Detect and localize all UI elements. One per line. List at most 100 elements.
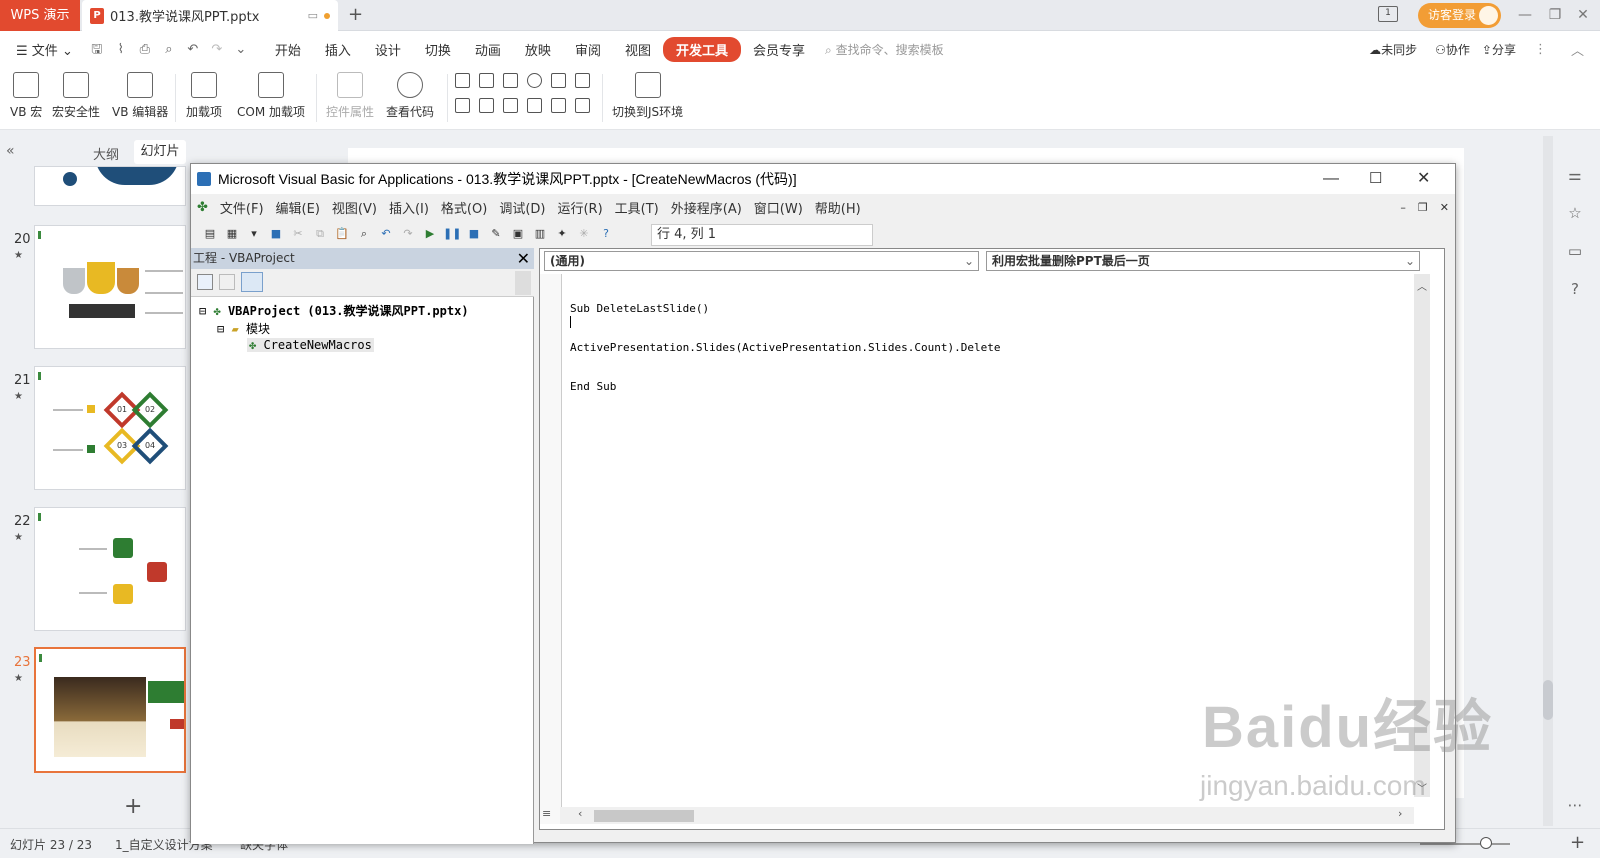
code-editor[interactable]: Sub DeleteLastSlide() ActivePresentation… bbox=[570, 276, 1000, 419]
undo-icon[interactable]: ↶ bbox=[377, 225, 395, 243]
list-control-icon[interactable] bbox=[551, 73, 566, 88]
spin-control-icon[interactable] bbox=[479, 98, 494, 113]
object-browser-icon[interactable]: ✦ bbox=[553, 225, 571, 243]
object-dropdown[interactable]: (通用) ⌄ bbox=[544, 251, 979, 271]
more-icon[interactable]: ⋯ bbox=[1566, 796, 1584, 814]
tree-modules[interactable]: ⊟ ▰ 模块 bbox=[217, 320, 270, 337]
print-preview-icon[interactable]: ⌕ bbox=[160, 41, 178, 59]
zoom-slider[interactable] bbox=[1420, 843, 1510, 845]
view-code-button[interactable]: 查看代码 bbox=[386, 72, 434, 120]
quick-access-more-icon[interactable]: ⌄ bbox=[232, 41, 250, 59]
addins-button[interactable]: 加载项 bbox=[186, 72, 222, 120]
combo-control-icon[interactable] bbox=[575, 73, 590, 88]
checkbox-control-icon[interactable] bbox=[455, 73, 470, 88]
file-menu[interactable]: ☰ 文件 ⌄ bbox=[0, 40, 85, 59]
dropdown-icon[interactable]: ▾ bbox=[245, 225, 263, 243]
collab-button[interactable]: ⚇协作 bbox=[1429, 41, 1476, 58]
save-icon[interactable]: ■ bbox=[267, 225, 285, 243]
vba-menu-edit[interactable]: 编辑(E) bbox=[270, 198, 326, 217]
scroll-right-icon[interactable]: › bbox=[1398, 807, 1402, 820]
vba-menu-file[interactable]: 文件(F) bbox=[214, 198, 270, 217]
collapse-icon[interactable]: ⊟ bbox=[217, 322, 224, 336]
collapse-ribbon-icon[interactable]: ︿ bbox=[1559, 40, 1600, 59]
vba-menu-debug[interactable]: 调试(D) bbox=[493, 198, 551, 217]
slide-thumbnail-21[interactable]: 01 02 03 04 bbox=[34, 366, 186, 490]
view-object-icon[interactable]: ▤ bbox=[201, 225, 219, 243]
canvas-scrollbar[interactable] bbox=[1543, 136, 1553, 826]
mdi-restore-button[interactable]: ❐ bbox=[1412, 201, 1434, 214]
vba-close-button[interactable]: ✕ bbox=[1417, 164, 1430, 194]
vba-menu-view[interactable]: 视图(V) bbox=[326, 198, 383, 217]
slide-thumbnail-22[interactable] bbox=[34, 507, 186, 631]
tab-slides[interactable]: 幻灯片 bbox=[134, 140, 186, 164]
radio-control-icon[interactable] bbox=[527, 73, 542, 88]
pin-icon[interactable]: ☆ bbox=[1566, 204, 1584, 222]
tab-insert[interactable]: 插入 bbox=[313, 40, 363, 59]
help-icon[interactable]: ? bbox=[1566, 280, 1584, 298]
add-slide-button[interactable]: + bbox=[124, 794, 142, 819]
design-mode-icon[interactable]: ✎ bbox=[487, 225, 505, 243]
insert-userform-icon[interactable]: ▦ bbox=[223, 225, 241, 243]
slide-thumbnail-20[interactable] bbox=[34, 225, 186, 349]
slide-thumbnail-23[interactable] bbox=[34, 647, 186, 773]
collapse-panel-icon[interactable]: « bbox=[6, 143, 15, 159]
restore-button[interactable]: ❐ bbox=[1544, 4, 1566, 26]
procedure-view-icon[interactable]: ≡ bbox=[542, 807, 551, 820]
code-horizontal-scrollbar[interactable]: ≡ ‹ › bbox=[542, 807, 1414, 824]
vb-editor-button[interactable]: VB 编辑器 bbox=[112, 72, 168, 120]
tree-root[interactable]: ⊟ ✤ VBAProject (013.教学说课风PPT.pptx) bbox=[199, 302, 469, 319]
control-properties-button[interactable]: 控件属性 bbox=[326, 72, 374, 120]
com-addins-button[interactable]: COM 加载项 bbox=[237, 72, 305, 120]
close-button[interactable]: ✕ bbox=[1572, 4, 1594, 26]
print-icon[interactable]: ⎙ bbox=[136, 41, 154, 59]
save-icon[interactable]: 🖫 bbox=[88, 41, 106, 59]
image-control-icon[interactable] bbox=[551, 98, 566, 113]
copy-icon[interactable]: ⧉ bbox=[311, 225, 329, 243]
slide-thumbnail-19[interactable] bbox=[34, 166, 186, 206]
scroll-up-icon[interactable]: ︿ bbox=[1417, 278, 1427, 293]
tab-animation[interactable]: 动画 bbox=[463, 40, 513, 59]
code-margin[interactable] bbox=[540, 274, 562, 824]
frame-control-icon[interactable] bbox=[575, 98, 590, 113]
vba-minimize-button[interactable]: — bbox=[1323, 164, 1339, 194]
adjust-icon[interactable]: ⚌ bbox=[1566, 166, 1584, 184]
format-painter-icon[interactable]: ⌇ bbox=[112, 41, 130, 59]
undo-icon[interactable]: ↶ bbox=[184, 41, 202, 59]
tab-outline[interactable]: 大纲 bbox=[93, 144, 119, 163]
tab-home[interactable]: 开始 bbox=[263, 40, 313, 59]
canvas-scroll-thumb[interactable] bbox=[1543, 680, 1553, 720]
monitor-icon[interactable]: ▭ bbox=[308, 9, 318, 22]
zoom-in-icon[interactable]: + bbox=[1570, 832, 1585, 853]
project-explorer-icon[interactable]: ▣ bbox=[509, 225, 527, 243]
find-icon[interactable]: ⌕ bbox=[355, 225, 373, 243]
run-icon[interactable]: ▶ bbox=[421, 225, 439, 243]
macro-security-button[interactable]: 宏安全性 bbox=[52, 72, 100, 120]
help-icon[interactable]: ? bbox=[597, 225, 615, 243]
vba-menu-run[interactable]: 运行(R) bbox=[551, 198, 608, 217]
comment-icon[interactable]: ▭ bbox=[1566, 242, 1584, 260]
toggle-folders-icon[interactable] bbox=[241, 272, 263, 292]
app-menu-button[interactable]: WPS 演示 bbox=[0, 0, 80, 31]
minimize-button[interactable]: — bbox=[1514, 4, 1536, 26]
new-tab-button[interactable]: + bbox=[348, 4, 363, 25]
view-object-icon[interactable] bbox=[219, 274, 235, 290]
sync-button[interactable]: ☁未同步 bbox=[1357, 41, 1429, 58]
code-scroll-thumb[interactable] bbox=[594, 810, 694, 822]
scroll-left-icon[interactable]: ‹ bbox=[578, 807, 582, 820]
mdi-minimize-button[interactable]: – bbox=[1394, 201, 1412, 214]
paste-icon[interactable]: 📋 bbox=[333, 225, 351, 243]
vba-menu-help[interactable]: 帮助(H) bbox=[809, 198, 867, 217]
vba-menu-tools[interactable]: 工具(T) bbox=[609, 198, 665, 217]
properties-window-icon[interactable]: ▥ bbox=[531, 225, 549, 243]
tab-design[interactable]: 设计 bbox=[363, 40, 413, 59]
label-control-icon[interactable] bbox=[527, 98, 542, 113]
mdi-close-button[interactable]: ✕ bbox=[1434, 201, 1455, 214]
toolbox-icon[interactable]: ✳ bbox=[575, 225, 593, 243]
search-command[interactable]: ⌕ 查找命令、搜索模板 bbox=[825, 41, 944, 58]
vba-menu-format[interactable]: 格式(O) bbox=[435, 198, 493, 217]
break-icon[interactable]: ❚❚ bbox=[443, 225, 461, 243]
document-tab[interactable]: P 013.教学说课风PPT.pptx ▭ bbox=[82, 0, 338, 31]
tab-view[interactable]: 视图 bbox=[613, 40, 663, 59]
vba-menu-addins[interactable]: 外接程序(A) bbox=[665, 198, 748, 217]
textbox-control-icon[interactable] bbox=[479, 73, 494, 88]
